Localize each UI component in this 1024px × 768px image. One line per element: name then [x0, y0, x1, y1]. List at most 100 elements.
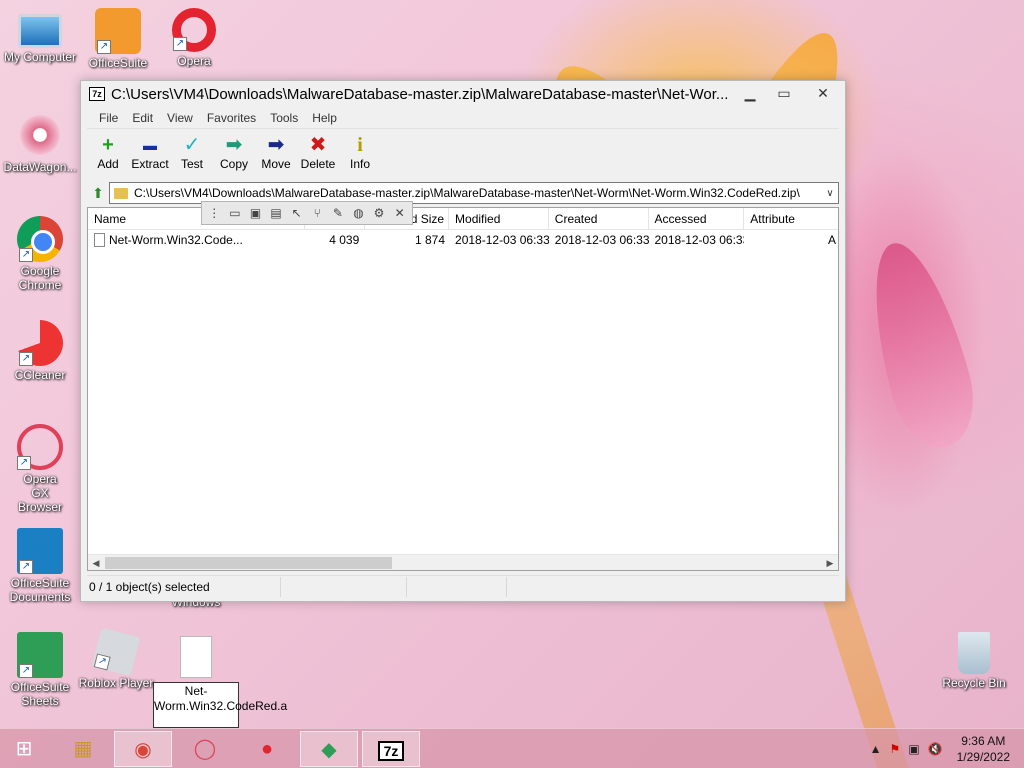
archive-window: 7z C:\Users\VM4\Downloads\MalwareDatabas…: [80, 80, 846, 602]
shortcut-arrow-icon: ↗: [19, 560, 33, 574]
menu-tools[interactable]: Tools: [270, 111, 298, 125]
opera-icon: ↗: [172, 8, 216, 52]
desktop-icon-my-computer[interactable]: My Computer: [2, 8, 78, 64]
desktop-icon-datawagon[interactable]: DataWagon...: [2, 112, 78, 174]
column-attributes[interactable]: Attribute: [744, 208, 838, 230]
floating-toolbar: ⋮ ▭ ▣ ▤ ↖ ⑂ ✎ ◍ ⚙ ✕: [201, 201, 413, 225]
rename-field[interactable]: Net-Worm.Win32.CodeRed.a: [153, 682, 287, 728]
info-icon: i: [357, 134, 363, 156]
table-row[interactable]: Net-Worm.Win32.Code... 4 039 1 874 2018-…: [88, 230, 838, 250]
desktop-icon-roblox-player[interactable]: ↗ Roblox Player: [78, 627, 154, 690]
delete-button[interactable]: ✖ Delete: [297, 133, 339, 171]
minus-icon: ▬: [143, 137, 157, 153]
clock-time: 9:36 AM: [961, 734, 1006, 748]
maximize-button[interactable]: ▭: [767, 83, 801, 105]
row-packed-size: 1 874: [415, 233, 446, 247]
desktop-icon-officesuite-documents[interactable]: ↗ OfficeSuite Documents: [2, 528, 78, 604]
address-bar: ⬆ C:\Users\VM4\Downloads\MalwareDatabase…: [81, 179, 845, 207]
column-modified[interactable]: Modified: [449, 208, 549, 230]
file-list[interactable]: Name d Size Modified Created Accessed At…: [87, 207, 839, 571]
taskbar-7zip[interactable]: 7z: [362, 731, 420, 767]
row-attributes: A: [827, 233, 836, 247]
7zip-app-icon: 7z: [89, 87, 105, 101]
shortcut-arrow-icon: ↗: [19, 352, 33, 366]
desktop-icon-label: Opera GX Browser: [17, 472, 62, 514]
close-button[interactable]: ✕: [801, 83, 845, 105]
shortcut-arrow-icon: ↗: [93, 653, 111, 671]
desktop-icon-recycle-bin[interactable]: Recycle Bin: [936, 632, 1012, 690]
menu-help[interactable]: Help: [312, 111, 337, 125]
gear-icon[interactable]: ⚙: [370, 204, 389, 222]
taskbar: ⊞ ▦ ◉ ◯ ● ◆ 7z ▲ ⚑ ▣ 🔇 9:36 AM 1/29/2022: [0, 728, 1024, 768]
test-button[interactable]: ✓ Test: [171, 133, 213, 171]
desktop-icon-net-worm-file[interactable]: [158, 636, 234, 680]
officesuite-slides-icon: ↗: [95, 8, 141, 54]
network-icon[interactable]: ▣: [908, 742, 919, 756]
row-size: 4 039: [329, 233, 360, 247]
volume-muted-icon[interactable]: 🔇: [928, 742, 943, 756]
tool-label: Info: [349, 157, 370, 171]
network-icon[interactable]: ⑂: [308, 204, 327, 222]
delete-x-icon: ✖: [309, 134, 327, 156]
title-bar[interactable]: 7z C:\Users\VM4\Downloads\MalwareDatabas…: [81, 81, 845, 107]
up-folder-button[interactable]: ⬆: [87, 182, 109, 204]
desktop-icon-opera-gx[interactable]: ↗ Opera GX Browser: [2, 424, 78, 514]
scroll-right-icon[interactable]: ▶: [822, 555, 838, 570]
desktop-icon-officesuite-slides[interactable]: ↗ OfficeSuite Slides: [80, 8, 156, 70]
taskbar-bluestacks[interactable]: ◆: [300, 731, 358, 767]
clock[interactable]: 9:36 AM 1/29/2022: [957, 733, 1010, 765]
tool-label: Delete: [300, 157, 336, 171]
menu-edit[interactable]: Edit: [132, 111, 153, 125]
taskbar-opera[interactable]: ●: [238, 731, 296, 767]
computer-icon: [18, 14, 62, 48]
monitor-icon[interactable]: ▤: [267, 204, 286, 222]
desktop-icon-label: Opera Browser: [177, 54, 211, 68]
taskbar-chrome[interactable]: ◉: [114, 731, 172, 767]
move-button[interactable]: ➡ Move: [255, 133, 297, 171]
desktop-icon-ccleaner[interactable]: ↗ CCleaner: [2, 320, 78, 382]
row-accessed: 2018-12-03 06:33: [654, 233, 745, 247]
info-button[interactable]: i Info: [339, 133, 381, 171]
minimize-button[interactable]: ▁: [733, 83, 767, 105]
chevron-down-icon[interactable]: ∨: [822, 188, 838, 199]
scroll-left-icon[interactable]: ◀: [88, 555, 104, 570]
status-text: 0 / 1 object(s) selected: [87, 576, 281, 597]
row-created: 2018-12-03 06:33: [554, 233, 649, 247]
row-name-cell: Net-Worm.Win32.Code...: [88, 233, 305, 248]
menu-file[interactable]: File: [99, 111, 118, 125]
extract-button[interactable]: ▬ Extract: [129, 133, 171, 171]
column-created[interactable]: Created: [549, 208, 649, 230]
restore-icon[interactable]: ▣: [246, 204, 265, 222]
add-button[interactable]: + Add: [87, 133, 129, 171]
copy-button[interactable]: ➡ Copy: [213, 133, 255, 171]
globe-icon[interactable]: ◍: [349, 204, 368, 222]
pointer-icon[interactable]: ↖: [287, 204, 306, 222]
desktop-icon-google-chrome[interactable]: ↗ Google Chrome: [2, 216, 78, 292]
menu-bar: File Edit View Favorites Tools Help: [87, 107, 839, 129]
flag-icon[interactable]: ⚑: [890, 742, 901, 756]
show-hidden-icons[interactable]: ▲: [870, 742, 882, 756]
row-name: Net-Worm.Win32.Code...: [109, 232, 243, 247]
menu-favorites[interactable]: Favorites: [207, 111, 256, 125]
tool-label: Move: [261, 157, 291, 171]
tool-label: Test: [180, 157, 203, 171]
taskbar-opera-gx[interactable]: ◯: [176, 731, 234, 767]
desktop-icon-opera[interactable]: ↗ Opera Browser: [156, 8, 232, 68]
tool-label: Add: [97, 157, 119, 171]
desktop-icon-label: OfficeSuite Documents: [9, 576, 71, 604]
scrollbar-thumb[interactable]: [105, 557, 392, 569]
taskbar-file-explorer[interactable]: ▦: [54, 731, 112, 767]
window-title: C:\Users\VM4\Downloads\MalwareDatabase-m…: [111, 85, 729, 103]
status-pane: [281, 576, 407, 597]
clock-date: 1/29/2022: [956, 750, 1010, 764]
window-icon[interactable]: ▭: [226, 204, 245, 222]
column-accessed[interactable]: Accessed: [649, 208, 745, 230]
close-icon[interactable]: ✕: [390, 204, 409, 222]
start-button[interactable]: ⊞: [0, 731, 48, 767]
desktop-icon-officesuite-sheets[interactable]: ↗ OfficeSuite Sheets: [2, 632, 78, 708]
tool-label: Extract: [131, 157, 169, 171]
menu-view[interactable]: View: [167, 111, 193, 125]
grip-icon[interactable]: ⋮: [205, 204, 224, 222]
dropper-icon[interactable]: ✎: [329, 204, 348, 222]
horizontal-scrollbar[interactable]: ◀ ▶: [88, 554, 838, 570]
